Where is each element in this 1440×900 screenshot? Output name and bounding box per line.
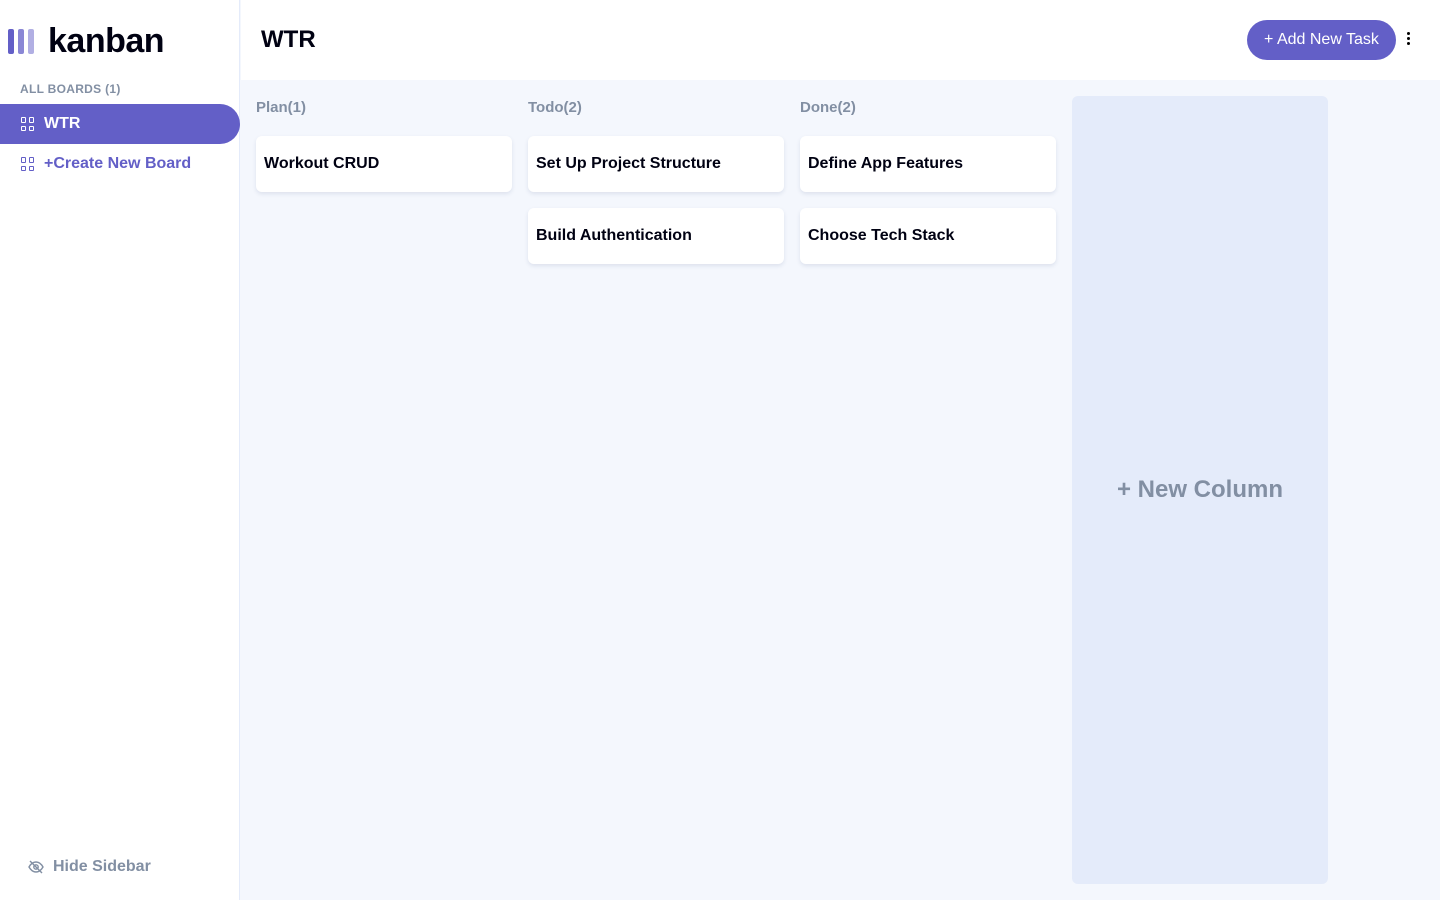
sidebar: kanban ALL BOARDS (1) WTR +Create New Bo…: [0, 0, 240, 900]
new-column-button[interactable]: + New Column: [1072, 96, 1328, 884]
create-board-label: +Create New Board: [44, 155, 192, 172]
task-card[interactable]: Workout CRUD: [256, 136, 512, 192]
eye-slash-icon: [28, 860, 44, 874]
column-todo: Todo(2) Set Up Project Structure Build A…: [528, 96, 784, 264]
column-plan: Plan(1) Workout CRUD: [256, 96, 512, 192]
header: WTR + Add New Task: [241, 0, 1440, 80]
sidebar-item-label: WTR: [44, 115, 81, 132]
column-title: Plan(1): [256, 99, 307, 116]
all-boards-label: ALL BOARDS (1): [20, 82, 121, 96]
hide-sidebar-label: Hide Sidebar: [53, 858, 151, 875]
logo: kanban: [8, 22, 165, 61]
task-card[interactable]: Choose Tech Stack: [800, 208, 1056, 264]
create-new-board-button[interactable]: +Create New Board: [0, 144, 240, 184]
column-title: Todo(2): [528, 99, 582, 116]
task-card[interactable]: Set Up Project Structure: [528, 136, 784, 192]
add-new-task-button[interactable]: + Add New Task: [1247, 20, 1396, 60]
task-card[interactable]: Define App Features: [800, 136, 1056, 192]
column-done: Done(2) Define App Features Choose Tech …: [800, 96, 1056, 264]
sidebar-item-wtr[interactable]: WTR: [0, 104, 240, 144]
more-options-icon[interactable]: [1407, 32, 1410, 45]
hide-sidebar-button[interactable]: Hide Sidebar: [28, 858, 151, 876]
logo-text: kanban: [48, 22, 165, 60]
task-card[interactable]: Build Authentication: [528, 208, 784, 264]
column-title: Done(2): [800, 99, 856, 116]
logo-icon: [8, 29, 34, 54]
board-icon: [21, 157, 35, 171]
page-title: WTR: [261, 26, 316, 53]
board-icon: [21, 117, 35, 131]
